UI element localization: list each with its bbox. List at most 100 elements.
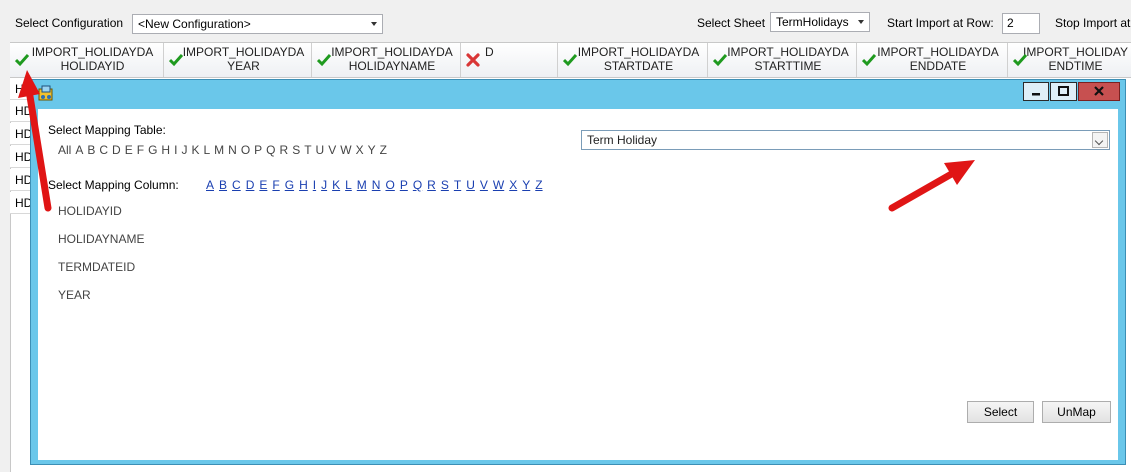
table-letter-link[interactable]: T <box>304 143 311 157</box>
table-letter-link[interactable]: All <box>58 143 71 157</box>
column-header[interactable]: IMPORT_HOLIDAYDA STARTTIME <box>708 43 857 77</box>
column-letter-link[interactable]: G <box>285 178 294 192</box>
chevron-down-icon <box>371 22 377 26</box>
column-letter-link[interactable]: B <box>219 178 227 192</box>
column-header-line2: STARTTIME <box>754 59 822 73</box>
column-header-line2: STARTDATE <box>603 59 674 73</box>
select-configuration-label: Select Configuration <box>15 16 124 30</box>
column-header[interactable]: IMPORT_HOLIDAYDA STARTDATE <box>558 43 708 77</box>
start-row-input[interactable]: 2 <box>1002 13 1040 34</box>
column-letter-link[interactable]: K <box>332 178 340 192</box>
table-letter-link[interactable]: P <box>254 143 262 157</box>
mapping-column-item[interactable]: TERMDATEID <box>58 260 135 274</box>
column-letter-link[interactable]: F <box>272 178 279 192</box>
column-letter-link[interactable]: D <box>246 178 255 192</box>
column-letter-link[interactable]: A <box>206 178 214 192</box>
table-letter-link[interactable]: V <box>328 143 336 157</box>
mapping-dialog: Select Mapping Table: All A B C D E F G H I J K L M N O… <box>30 79 1126 465</box>
mapping-table-label: Select Mapping Table: <box>48 123 166 137</box>
table-row[interactable]: HO <box>10 78 32 100</box>
table-letter-link[interactable]: H <box>161 143 170 157</box>
column-letter-link[interactable]: O <box>385 178 394 192</box>
column-letter-link[interactable]: U <box>466 178 475 192</box>
close-icon <box>1094 86 1104 96</box>
column-letter-link[interactable]: R <box>427 178 436 192</box>
column-letter-link[interactable]: N <box>372 178 381 192</box>
table-letter-link[interactable]: J <box>181 143 187 157</box>
table-letter-link[interactable]: W <box>340 143 351 157</box>
checkmark-icon <box>15 54 29 67</box>
column-header-line2: ENDDATE <box>909 59 967 73</box>
table-letter-link[interactable]: B <box>87 143 95 157</box>
table-letter-link[interactable]: S <box>292 143 300 157</box>
maximize-button[interactable] <box>1050 82 1077 101</box>
mapping-table-value: Term Holiday <box>587 133 658 147</box>
table-letter-link[interactable]: L <box>203 143 210 157</box>
table-letter-link[interactable]: G <box>148 143 157 157</box>
table-letter-link[interactable]: U <box>316 143 325 157</box>
table-letter-link[interactable]: Y <box>368 143 376 157</box>
column-letter-link[interactable]: M <box>357 178 367 192</box>
close-button[interactable] <box>1078 82 1120 101</box>
table-letter-link[interactable]: F <box>137 143 144 157</box>
table-letter-link[interactable]: C <box>99 143 108 157</box>
table-row[interactable]: HD <box>10 169 32 191</box>
dialog-titlebar[interactable] <box>31 80 1125 108</box>
column-letter-link[interactable]: E <box>259 178 267 192</box>
table-letter-link[interactable]: N <box>228 143 237 157</box>
maximize-icon <box>1058 86 1069 96</box>
column-letter-link[interactable]: C <box>232 178 241 192</box>
checkmark-icon <box>713 54 727 67</box>
column-letter-link[interactable]: H <box>299 178 308 192</box>
column-header-line1: IMPORT_HOLIDAYDA <box>331 45 453 59</box>
column-letter-link[interactable]: S <box>441 178 449 192</box>
table-letter-link[interactable]: D <box>112 143 121 157</box>
column-letter-link[interactable]: J <box>321 178 327 192</box>
column-letter-link[interactable]: X <box>509 178 517 192</box>
column-header[interactable]: D <box>461 43 558 77</box>
table-letter-link[interactable]: K <box>191 143 199 157</box>
sheet-dropdown[interactable]: TermHolidays <box>770 12 870 32</box>
chevron-down-icon[interactable] <box>1092 132 1108 148</box>
mapping-column-item[interactable]: YEAR <box>58 288 91 302</box>
column-letter-link[interactable]: T <box>454 178 461 192</box>
mapping-column-label: Select Mapping Column: <box>48 178 179 192</box>
column-letter-link[interactable]: Y <box>522 178 530 192</box>
table-letter-link[interactable]: I <box>174 143 177 157</box>
column-letter-link[interactable]: I <box>313 178 316 192</box>
column-header[interactable]: IMPORT_HOLIDAYDA ENDDATE <box>857 43 1008 77</box>
mapping-column-item[interactable]: HOLIDAYID <box>58 204 122 218</box>
column-header[interactable]: IMPORT_HOLIDAYDA HOLIDAYID <box>10 43 164 77</box>
column-letter-link[interactable]: W <box>493 178 504 192</box>
table-letter-link[interactable]: E <box>125 143 133 157</box>
table-letter-link[interactable]: Q <box>266 143 275 157</box>
table-letter-link[interactable]: Z <box>380 143 387 157</box>
table-row[interactable]: HD <box>10 100 32 122</box>
table-row[interactable]: HD <box>10 192 32 214</box>
mapping-column-item[interactable]: HOLIDAYNAME <box>58 232 144 246</box>
column-letter-link[interactable]: V <box>480 178 488 192</box>
start-row-label: Start Import at Row: <box>887 16 994 30</box>
minimize-icon <box>1032 93 1040 96</box>
column-letter-link[interactable]: L <box>345 178 352 192</box>
table-letter-link[interactable]: O <box>241 143 250 157</box>
table-row[interactable]: HD <box>10 123 32 145</box>
table-letter-link[interactable]: X <box>356 143 364 157</box>
table-letter-link[interactable]: R <box>280 143 289 157</box>
configuration-dropdown[interactable]: <New Configuration> <box>132 14 383 34</box>
minimize-button[interactable] <box>1023 82 1049 101</box>
column-header[interactable]: IMPORT_HOLIDAYDA YEAR <box>164 43 312 77</box>
table-letter-link[interactable]: A <box>75 143 83 157</box>
table-row[interactable]: HD <box>10 146 32 168</box>
column-letter-link[interactable]: P <box>400 178 408 192</box>
mapping-table-dropdown[interactable]: Term Holiday <box>581 130 1110 150</box>
column-header[interactable]: IMPORT_HOLIDAY ENDTIME <box>1008 43 1131 77</box>
column-header[interactable]: IMPORT_HOLIDAYDA HOLIDAYNAME <box>312 43 461 77</box>
table-letter-link[interactable]: M <box>214 143 224 157</box>
unmap-button[interactable]: UnMap <box>1042 401 1111 423</box>
column-letter-filter: ABCDEFGHIJKLMNOPQRSTUVWXYZ <box>206 178 548 192</box>
column-letter-link[interactable]: Z <box>535 178 542 192</box>
column-letter-link[interactable]: Q <box>413 178 422 192</box>
select-button[interactable]: Select <box>967 401 1034 423</box>
configuration-value: <New Configuration> <box>138 17 251 31</box>
